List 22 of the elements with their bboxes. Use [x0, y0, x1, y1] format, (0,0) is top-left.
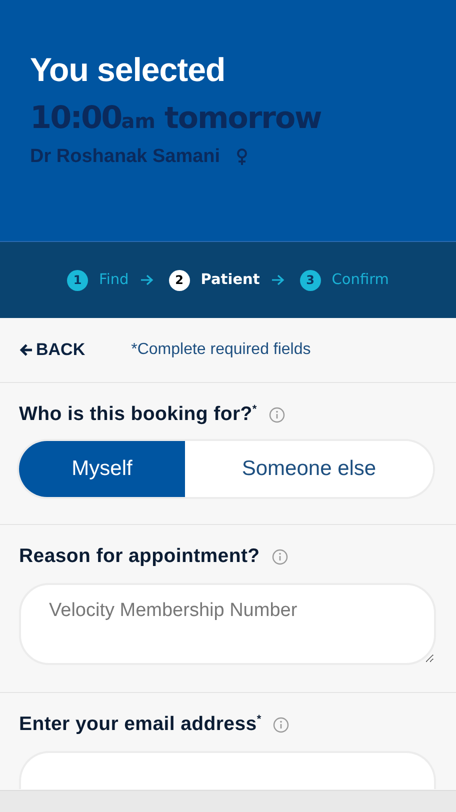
heading: You selected	[30, 50, 226, 90]
field-label: Who is this booking for?$^{*}$	[19, 403, 257, 426]
step-tab[interactable]: 2 Patient	[168, 270, 260, 290]
back-button[interactable]: BACK	[19, 340, 86, 360]
appointment-time: 10:00am	[30, 100, 156, 136]
email-field[interactable]	[19, 751, 436, 789]
arrow-icon	[140, 274, 154, 286]
doctor-name: Dr Roshanak Samani	[30, 146, 220, 168]
step-tab[interactable]: 1 Find	[67, 270, 129, 290]
arrow-icon	[270, 274, 285, 286]
back-arrow-icon	[19, 343, 33, 357]
info-icon	[268, 406, 285, 422]
step-tab[interactable]: 3 Confirm	[300, 270, 389, 290]
required-note: *Complete required fields	[131, 341, 311, 359]
field-label: Reason for appointment?	[19, 545, 260, 568]
field-label: Enter your email address$^{*}$	[19, 713, 262, 736]
appointment-day: tomorrow	[164, 101, 322, 136]
info-icon	[273, 716, 290, 732]
toggle-option[interactable]: Myself	[19, 441, 185, 497]
info-icon	[272, 548, 288, 564]
reason-field[interactable]: Velocity Membership Number	[19, 583, 436, 665]
female-icon	[236, 148, 248, 166]
